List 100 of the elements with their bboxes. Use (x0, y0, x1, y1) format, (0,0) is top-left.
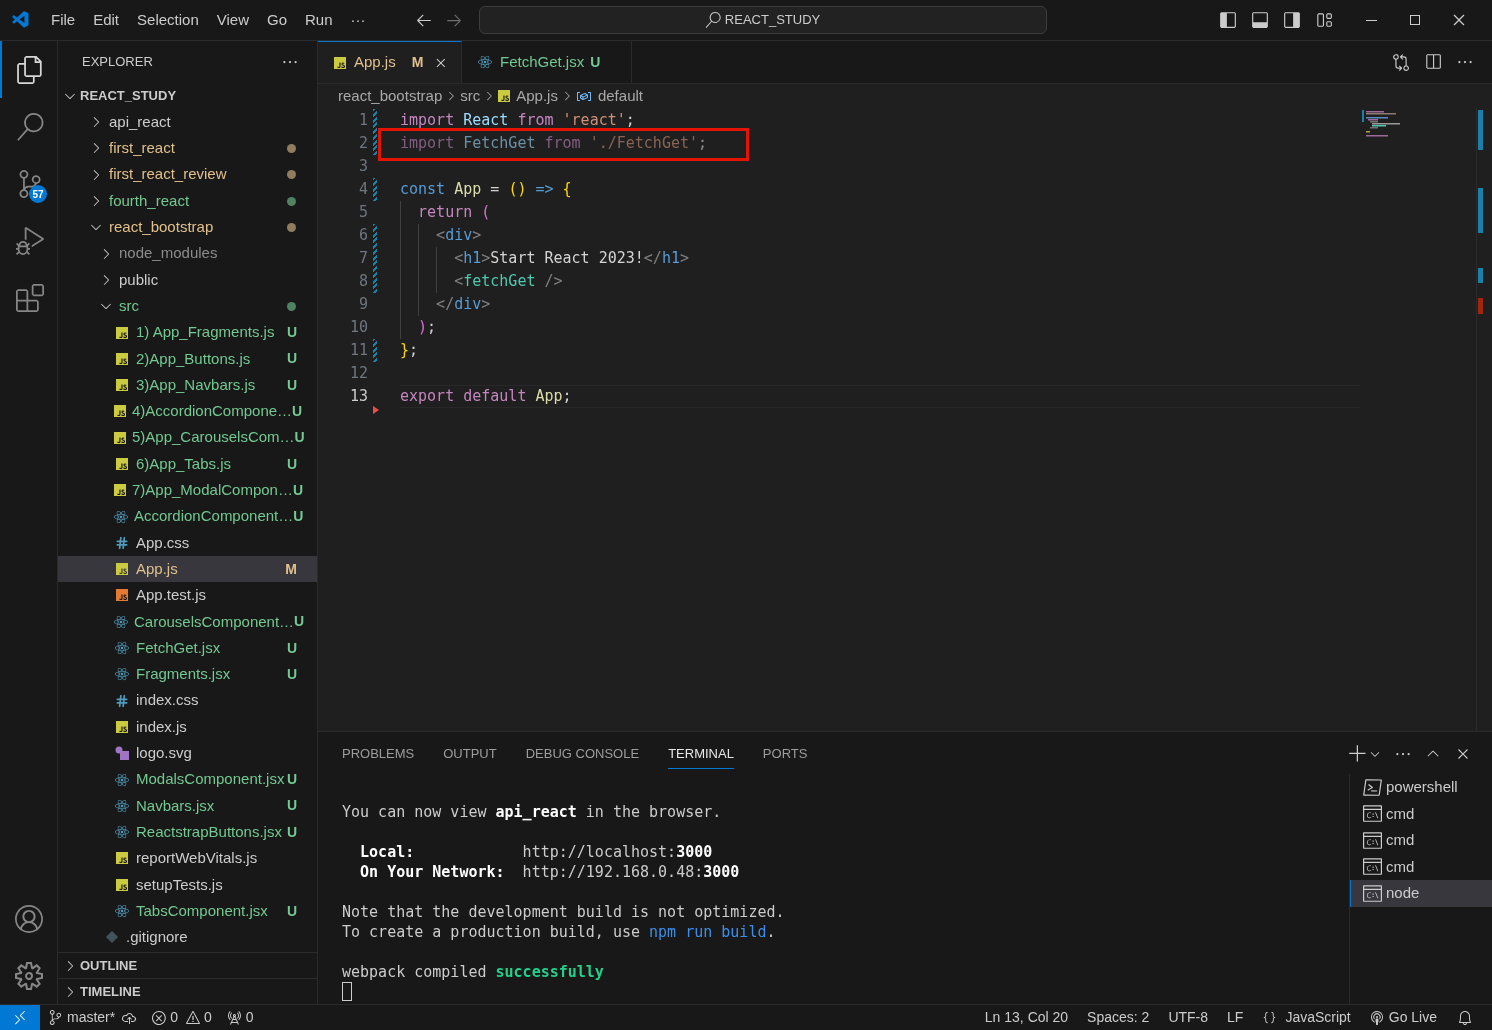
sidebar-right-icon[interactable] (1282, 11, 1301, 29)
explorer-folder-row[interactable]: api_react (58, 109, 317, 136)
panel-tab[interactable]: OUTPUT (443, 739, 497, 769)
go-live-button[interactable]: Go Live (1368, 1007, 1437, 1028)
explorer-row[interactable]: 2)App_Buttons.js U (58, 345, 317, 372)
menu-item[interactable]: Edit (84, 8, 129, 32)
explorer-row[interactable]: index.css (58, 687, 317, 714)
branch-item[interactable]: master* (48, 1007, 116, 1028)
menu-item[interactable]: Go (258, 8, 296, 32)
code-line: ); (417, 317, 437, 339)
terminal-session[interactable]: cmd (1350, 827, 1492, 854)
explorer-folder-row[interactable]: node_modules (58, 240, 317, 267)
terminal-line: Note that the development build is not optimized. (342, 902, 785, 922)
explorer-row[interactable]: Fragments.jsx U (58, 661, 317, 688)
js-file-icon (498, 90, 511, 102)
layout-grid-icon[interactable] (1314, 11, 1333, 29)
problems-item[interactable]: 0 0 (151, 1007, 212, 1028)
add-icon[interactable] (1348, 744, 1368, 764)
react-file-icon (114, 614, 128, 629)
root-folder-header[interactable]: REACT_STUDY (58, 83, 317, 109)
explorer-row[interactable]: 1) App_Fragments.js U (58, 319, 317, 346)
line-number: 7 (357, 248, 368, 270)
explorer-row[interactable]: 6)App_Tabs.js U (58, 450, 317, 478)
search-icon[interactable] (15, 112, 44, 141)
settings-icon[interactable] (14, 961, 43, 990)
explorer-row[interactable]: 4)AccordionCompone…U (58, 398, 317, 425)
files-icon[interactable] (15, 55, 44, 84)
explorer-row[interactable]: index.js (58, 713, 317, 741)
line-number: 2 (357, 133, 368, 155)
menu-item[interactable]: File (42, 8, 85, 32)
explorer-row[interactable]: .gitignore (58, 924, 317, 951)
hash-icon (115, 693, 129, 708)
status-item[interactable]: LF (1227, 1007, 1244, 1028)
menu-item[interactable]: Selection (128, 8, 208, 32)
status-item[interactable]: Spaces: 2 (1087, 1007, 1150, 1028)
command-center[interactable]: REACT_STUDY (478, 6, 1047, 34)
terminal-line: On Your Network: http://192.168.0.48:3000 (359, 862, 740, 882)
status-item[interactable]: UTF-8 (1168, 1007, 1209, 1028)
explorer-folder-row[interactable]: first_react_review (58, 161, 317, 188)
panel-tab[interactable]: PROBLEMS (342, 739, 415, 769)
extensions-icon[interactable] (15, 283, 44, 312)
editor-tab[interactable]: FetchGet.jsx U (462, 41, 632, 83)
menu-item[interactable]: ··· (341, 8, 375, 32)
react-file-icon (115, 667, 129, 682)
sidebar-left-icon[interactable] (1218, 11, 1237, 29)
breadcrumb-item[interactable]: App.js (498, 84, 558, 108)
radio-tower-icon (225, 1009, 242, 1026)
explorer-row[interactable]: AccordionComponent…U (58, 503, 317, 530)
js-file-icon (116, 379, 128, 392)
ports-item[interactable]: 0 (225, 1007, 254, 1028)
split-editor-icon[interactable] (1424, 53, 1442, 71)
panel-tab[interactable]: PORTS (762, 739, 808, 769)
js-file-icon (116, 563, 128, 576)
git-status-letter: U (293, 507, 304, 527)
react-file-icon (478, 55, 492, 69)
breadcrumb-item[interactable]: react_bootstrap (338, 84, 443, 108)
js-file-icon (114, 431, 126, 444)
git-status-letter: U (286, 770, 297, 790)
panel-tab[interactable]: DEBUG CONSOLE (525, 739, 640, 769)
explorer-folder-row[interactable]: src (58, 293, 317, 320)
section-header[interactable]: OUTLINE (58, 952, 317, 978)
explorer-row[interactable]: 5)App_CarouselsCom…U (58, 424, 317, 451)
menu-item[interactable]: View (207, 8, 258, 32)
menu-item[interactable]: Run (296, 8, 342, 32)
breadcrumb-item[interactable]: default (575, 84, 643, 108)
explorer-folder-row[interactable]: public (58, 266, 317, 294)
panel-layout-icon[interactable] (1250, 11, 1269, 29)
explorer-row[interactable]: 3)App_Navbars.js U (58, 371, 317, 399)
terminal-session[interactable]: node (1350, 880, 1492, 907)
explorer-folder-row[interactable]: fourth_react (58, 187, 317, 215)
code-line: return ( (417, 202, 491, 224)
explorer-row[interactable]: App.js M (58, 556, 317, 583)
explorer-row[interactable]: App.test.js (58, 582, 317, 609)
explorer-row[interactable]: ReactstrapButtons.jsx U (58, 819, 317, 846)
editor-tab[interactable]: App.js M (318, 41, 462, 83)
explorer-row[interactable]: setupTests.js (58, 871, 317, 898)
explorer-folder-row[interactable]: first_react (58, 135, 317, 162)
terminal-session[interactable]: cmd (1350, 853, 1492, 880)
explorer-row[interactable]: FetchGet.jsx U (58, 634, 317, 662)
explorer-folder-row[interactable]: react_bootstrap (58, 214, 317, 241)
language-mode[interactable]: JavaScript (1262, 1007, 1351, 1028)
terminal-session[interactable]: powershell (1350, 774, 1492, 801)
explorer-row[interactable]: 7)App_ModalCompon…U (58, 477, 317, 504)
run-debug-icon[interactable] (15, 226, 44, 255)
explorer-row[interactable]: reportWebVitals.js (58, 845, 317, 872)
explorer-row[interactable]: ModalsComponent.jsx U (58, 766, 317, 793)
explorer-row[interactable]: logo.svg (58, 740, 317, 767)
line-number: 5 (357, 202, 368, 224)
account-icon[interactable] (14, 904, 43, 933)
terminal-session[interactable]: cmd (1350, 800, 1492, 827)
panel-tab[interactable]: TERMINAL (668, 739, 734, 769)
notifications-icon[interactable] (1457, 1009, 1473, 1026)
status-item[interactable]: Ln 13, Col 20 (984, 1007, 1069, 1028)
breadcrumb-item[interactable]: src (460, 84, 481, 108)
git-status-letter: U (292, 401, 303, 421)
compare-changes-icon[interactable] (1392, 53, 1410, 71)
explorer-row[interactable]: Navbars.jsx U (58, 792, 317, 819)
explorer-row[interactable]: App.css (58, 529, 317, 557)
explorer-row[interactable]: CarouselsComponent…U (58, 608, 317, 635)
explorer-row[interactable]: TabsComponent.jsx U (58, 897, 317, 925)
